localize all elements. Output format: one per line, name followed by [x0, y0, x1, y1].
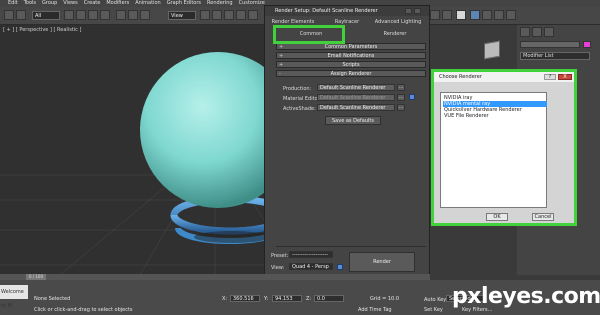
render-button[interactable]: Render [349, 252, 415, 272]
pivot-icon[interactable] [200, 10, 210, 20]
add-time-tag[interactable]: Add Time Tag [358, 307, 392, 313]
material-editor-icon[interactable] [456, 10, 466, 20]
select-rotate-icon[interactable] [128, 10, 138, 20]
rollout-email-notifications[interactable]: + Email Notifications [276, 52, 426, 59]
render-iterative-icon[interactable] [506, 10, 516, 20]
view-label: View: [271, 265, 285, 271]
menu-graph-editors[interactable]: Graph Editors [167, 0, 201, 7]
select-by-name-icon[interactable] [76, 10, 86, 20]
menu-tools[interactable]: Tools [24, 0, 36, 7]
preset-dropdown[interactable]: -------------------- [289, 251, 333, 258]
menu-rendering[interactable]: Rendering [207, 0, 233, 7]
grid-size: Grid = 10.0 [370, 296, 399, 302]
menu-modifiers[interactable]: Modifiers [106, 0, 129, 7]
modify-tab-icon[interactable] [532, 27, 542, 37]
activeshade-renderer-field: Default Scanline Renderer [317, 104, 395, 111]
menu-edit[interactable]: Edit [8, 0, 18, 7]
rollout-label: Scripts [342, 62, 360, 68]
production-label: Production: [283, 86, 312, 92]
render-setup-icon[interactable] [470, 10, 480, 20]
menu-group[interactable]: Group [42, 0, 57, 7]
select-object-icon[interactable] [64, 10, 74, 20]
rollout-common-parameters[interactable]: + Common Parameters [276, 43, 426, 50]
production-renderer-field: Default Scanline Renderer [317, 84, 395, 91]
rendered-frame-icon[interactable] [482, 10, 492, 20]
schematic-view-icon[interactable] [442, 10, 452, 20]
rollout-label: Assign Renderer [330, 71, 372, 77]
create-tab-icon[interactable] [520, 27, 530, 37]
view-lock-icon[interactable] [337, 264, 343, 270]
z-label: Z: [306, 296, 312, 302]
object-name-field[interactable] [520, 41, 580, 48]
menu-views[interactable]: Views [63, 0, 77, 7]
common-tab-highlight [273, 25, 345, 44]
select-move-icon[interactable] [116, 10, 126, 20]
menu-customize[interactable]: Customize [239, 0, 265, 7]
modifier-list-dropdown[interactable]: Modifier List [520, 52, 590, 60]
selection-filter-dropdown[interactable]: All [32, 11, 60, 20]
render-production-icon[interactable] [494, 10, 504, 20]
activeshade-label: ActiveShade: [283, 106, 316, 112]
snap-toggle-icon[interactable] [236, 10, 246, 20]
save-as-defaults-button[interactable]: Save as Defaults [325, 116, 381, 125]
select-scale-icon[interactable] [140, 10, 150, 20]
material-editor-label: Material Editor: [283, 96, 322, 102]
selection-status: None Selected [34, 296, 71, 302]
rollout-label: Common Parameters [324, 44, 378, 50]
render-setup-dialog: Render Setup: Default Scanline Renderer … [264, 5, 430, 277]
close-button[interactable] [414, 8, 421, 14]
reference-coordinate-dropdown[interactable]: View [168, 11, 196, 20]
rect-selection-icon[interactable] [88, 10, 98, 20]
activeshade-choose-button[interactable]: ... [397, 104, 405, 111]
object-color-swatch[interactable] [583, 41, 591, 48]
production-choose-button[interactable]: ... [397, 84, 405, 91]
view-dropdown[interactable]: Quad 4 - Persp [289, 263, 333, 270]
angle-snap-icon[interactable] [248, 10, 258, 20]
menu-create[interactable]: Create [84, 0, 101, 7]
material-editor-choose-button[interactable]: ... [397, 94, 405, 101]
x-coordinate-field[interactable]: 360.516 [230, 295, 260, 302]
minimize-button[interactable] [405, 8, 412, 14]
watermark-text: pxleyes.com [452, 284, 600, 309]
rollout-assign-renderer[interactable]: - Assign Renderer [276, 70, 426, 77]
viewport-label[interactable]: [ + ] [ Perspective ] [ Realistic ] [3, 27, 81, 33]
viewcube-icon[interactable] [484, 40, 500, 60]
keyboard-shortcut-icon[interactable] [224, 10, 234, 20]
window-crossing-icon[interactable] [100, 10, 110, 20]
choose-renderer-highlight [431, 69, 577, 226]
redo-icon[interactable] [16, 10, 26, 20]
material-editor-renderer-field: Default Scanline Renderer [317, 94, 395, 101]
curve-editor-icon[interactable] [430, 10, 440, 20]
rollout-label: Email Notifications [327, 53, 375, 59]
set-key-button[interactable]: Set Key [424, 307, 443, 313]
prompt-line: Click or click-and-drag to select object… [34, 307, 133, 313]
select-manipulate-icon[interactable] [212, 10, 222, 20]
y-label: Y: [264, 296, 269, 302]
auto-key-button[interactable]: Auto Key [424, 297, 446, 303]
tab-advanced-lighting[interactable]: Advanced Lighting [373, 18, 423, 27]
x-label: X: [222, 296, 228, 302]
sphere-shadow [194, 231, 270, 243]
menu-animation[interactable]: Animation [135, 0, 161, 7]
undo-icon[interactable] [4, 10, 14, 20]
z-coordinate-field[interactable]: 0.0 [314, 295, 344, 302]
preset-label: Preset: [271, 253, 289, 259]
y-coordinate-field[interactable]: 94.153 [272, 295, 302, 302]
lock-icon[interactable] [409, 94, 415, 100]
tab-renderer[interactable]: Renderer [375, 30, 415, 39]
maxscript-listener[interactable]: Welcome to M [0, 285, 28, 309]
rollout-scripts[interactable]: + Scripts [276, 61, 426, 68]
hierarchy-tab-icon[interactable] [544, 27, 554, 37]
